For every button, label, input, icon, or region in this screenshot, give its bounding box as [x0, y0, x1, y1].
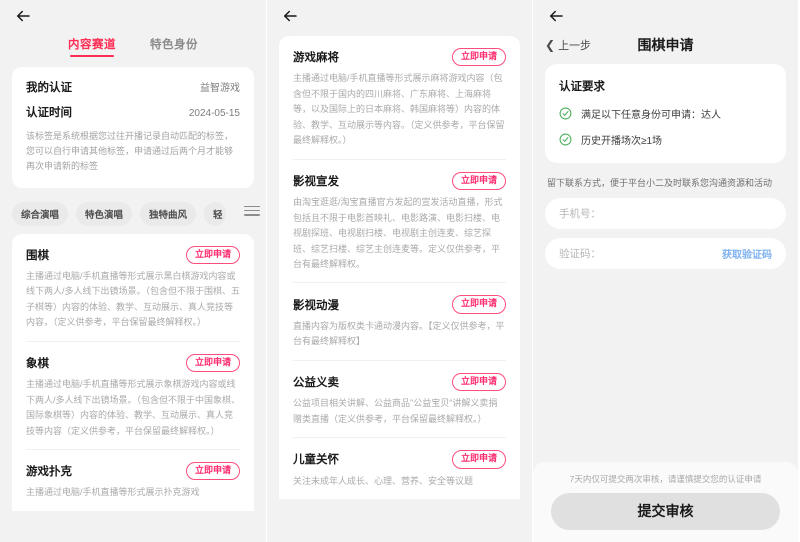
- list-item[interactable]: 影视宣发 立即申请 由淘宝逛逛/淘宝直播官方发起的宣发活动直播，形式包括且不限于…: [293, 160, 506, 284]
- cert-note: 该标签是系统根据您过往开播记录自动匹配的标签，您可以自行申请其他标签，申请通过后…: [26, 129, 240, 174]
- apply-button[interactable]: 立即申请: [452, 295, 506, 313]
- cert-time-label: 认证时间: [26, 104, 72, 120]
- sub-header: ❮ 上一步 围棋申请: [533, 32, 798, 62]
- apply-button[interactable]: 立即申请: [452, 172, 506, 190]
- list-item-head: 公益义卖 立即申请: [293, 373, 506, 391]
- chip-1[interactable]: 特色演唱: [76, 202, 132, 226]
- requirement-row: 历史开播场次≥1场: [559, 132, 772, 147]
- list-item-head: 游戏麻将 立即申请: [293, 48, 506, 66]
- apply-button[interactable]: 立即申请: [186, 462, 240, 480]
- topbar-left: [0, 0, 266, 32]
- list-item-title: 公益义卖: [293, 374, 339, 390]
- track-list-mid: 游戏麻将 立即申请 主播通过电脑/手机直播等形式展示麻将游戏内容（包含但不限于国…: [279, 36, 520, 499]
- list-item-desc: 直播内容为版权类卡通动漫内容。【定义仅供参考，平台有最终解释权】: [293, 319, 506, 350]
- requirement-text: 历史开播场次≥1场: [581, 132, 662, 147]
- list-item-title: 游戏扑克: [26, 463, 72, 479]
- list-item-head: 象棋 立即申请: [26, 354, 240, 372]
- back-arrow-icon[interactable]: [14, 7, 32, 25]
- list-item[interactable]: 公益义卖 立即申请 公益项目相关讲解、公益商品"公益宝贝"讲解义卖捐赠类直播（定…: [293, 361, 506, 438]
- back-arrow-icon[interactable]: [281, 7, 299, 25]
- cert-value: 益智游戏: [200, 79, 240, 94]
- list-item-title: 影视动漫: [293, 297, 339, 313]
- list-item-desc: 关注未成年人成长、心理、营养、安全等议题: [293, 474, 506, 489]
- apply-button[interactable]: 立即申请: [186, 354, 240, 372]
- screens-container: 内容赛道 特色身份 我的认证 益智游戏 认证时间 2024-05-15 该标签是…: [0, 0, 800, 542]
- back-arrow-icon[interactable]: [547, 7, 565, 25]
- list-item-head: 儿童关怀 立即申请: [293, 450, 506, 468]
- hamburger-menu-icon[interactable]: [244, 204, 260, 218]
- check-circle-icon: [559, 107, 572, 120]
- apply-button[interactable]: 立即申请: [452, 373, 506, 391]
- check-circle-icon: [559, 133, 572, 146]
- panel-content-track: 内容赛道 特色身份 我的认证 益智游戏 认证时间 2024-05-15 该标签是…: [0, 0, 266, 542]
- phone-field-label: 手机号：: [559, 206, 601, 221]
- apply-button[interactable]: 立即申请: [452, 450, 506, 468]
- list-item-head: 影视动漫 立即申请: [293, 295, 506, 313]
- chip-3[interactable]: 轻: [204, 202, 226, 226]
- chip-2[interactable]: 独特曲风: [140, 202, 196, 226]
- my-certification-card: 我的认证 益智游戏 认证时间 2024-05-15 该标签是系统根据您过往开播记…: [12, 67, 254, 188]
- list-item[interactable]: 游戏麻将 立即申请 主播通过电脑/手机直播等形式展示麻将游戏内容（包含但不限于国…: [293, 36, 506, 160]
- cert-label: 我的认证: [26, 79, 72, 95]
- category-chip-row: 综合演唱 特色演唱 独特曲风 轻: [0, 188, 266, 234]
- apply-button[interactable]: 立即申请: [452, 48, 506, 66]
- panel-track-list-scrolled: 游戏麻将 立即申请 主播通过电脑/手机直播等形式展示麻将游戏内容（包含但不限于国…: [266, 0, 532, 542]
- topbar-mid: [267, 0, 532, 32]
- requirement-row: 满足以下任意身份可申请：达人: [559, 106, 772, 121]
- bottom-action-bar: 7天内仅可提交两次审核，请谨慎提交您的认证申请 提交审核: [533, 462, 798, 542]
- list-item[interactable]: 围棋 立即申请 主播通过电脑/手机直播等形式展示黑白棋游戏内容或线下两人/多人线…: [26, 234, 240, 342]
- phone-field[interactable]: 手机号：: [545, 198, 786, 229]
- list-item-desc: 主播通过电脑/手机直播等形式展示象棋游戏内容或线下两人/多人线下出镜场景。（包含…: [26, 377, 240, 439]
- cert-time-row: 认证时间 2024-05-15: [26, 104, 240, 120]
- tab-bar: 内容赛道 特色身份: [0, 32, 266, 59]
- prev-step-button[interactable]: ❮ 上一步: [545, 37, 591, 53]
- prev-step-label: 上一步: [558, 37, 591, 53]
- list-item[interactable]: 儿童关怀 立即申请 关注未成年人成长、心理、营养、安全等议题: [293, 438, 506, 499]
- list-item[interactable]: 影视动漫 立即申请 直播内容为版权类卡通动漫内容。【定义仅供参考，平台有最终解释…: [293, 283, 506, 360]
- requirements-card: 认证要求 满足以下任意身份可申请：达人 历史开播场次≥1场: [545, 64, 786, 163]
- list-item-desc: 主播通过电脑/手机直播等形式展示麻将游戏内容（包含但不限于国内的四川麻将、广东麻…: [293, 71, 506, 148]
- chip-0[interactable]: 综合演唱: [12, 202, 68, 226]
- list-item-title: 围棋: [26, 247, 49, 263]
- verification-code-field[interactable]: 验证码： 获取验证码: [545, 238, 786, 269]
- requirements-heading: 认证要求: [559, 78, 772, 94]
- list-item-title: 游戏麻将: [293, 49, 339, 65]
- panel-application-form: ❮ 上一步 围棋申请 认证要求 满足以下任意身份可申请：达人 历史开播场次≥1场…: [532, 0, 798, 542]
- list-item-head: 游戏扑克 立即申请: [26, 462, 240, 480]
- list-item-title: 象棋: [26, 355, 49, 371]
- code-field-label: 验证码：: [559, 246, 601, 261]
- submit-review-button[interactable]: 提交审核: [551, 493, 780, 530]
- list-item-desc: 由淘宝逛逛/淘宝直播官方发起的宣发活动直播，形式包括且不限于电影首映礼、电影路演…: [293, 195, 506, 272]
- chevron-left-icon: ❮: [545, 39, 555, 51]
- apply-button[interactable]: 立即申请: [186, 246, 240, 264]
- list-item-head: 影视宣发 立即申请: [293, 172, 506, 190]
- track-list-left: 围棋 立即申请 主播通过电脑/手机直播等形式展示黑白棋游戏内容或线下两人/多人线…: [12, 234, 254, 511]
- tab-content-track[interactable]: 内容赛道: [68, 36, 116, 57]
- get-code-button[interactable]: 获取验证码: [722, 246, 772, 261]
- contact-hint: 留下联系方式，便于平台小二及时联系您沟通资源和活动: [533, 163, 798, 198]
- list-item-head: 围棋 立即申请: [26, 246, 240, 264]
- list-item[interactable]: 象棋 立即申请 主播通过电脑/手机直播等形式展示象棋游戏内容或线下两人/多人线下…: [26, 342, 240, 450]
- cert-row: 我的认证 益智游戏: [26, 79, 240, 95]
- list-item-desc: 主播通过电脑/手机直播等形式展示黑白棋游戏内容或线下两人/多人线下出镜场景。（包…: [26, 269, 240, 331]
- list-item-title: 儿童关怀: [293, 451, 339, 467]
- cert-time-value: 2024-05-15: [189, 108, 240, 119]
- submit-note: 7天内仅可提交两次审核，请谨慎提交您的认证申请: [551, 473, 780, 485]
- list-item-title: 影视宣发: [293, 173, 339, 189]
- topbar-right: [533, 0, 798, 32]
- list-item[interactable]: 游戏扑克 立即申请 主播通过电脑/手机直播等形式展示扑克游戏: [26, 450, 240, 511]
- tab-special-identity[interactable]: 特色身份: [150, 36, 198, 57]
- list-item-desc: 公益项目相关讲解、公益商品"公益宝贝"讲解义卖捐赠类直播（定义供参考，平台保留最…: [293, 396, 506, 427]
- requirement-text: 满足以下任意身份可申请：达人: [581, 106, 721, 121]
- list-item-desc: 主播通过电脑/手机直播等形式展示扑克游戏: [26, 485, 240, 500]
